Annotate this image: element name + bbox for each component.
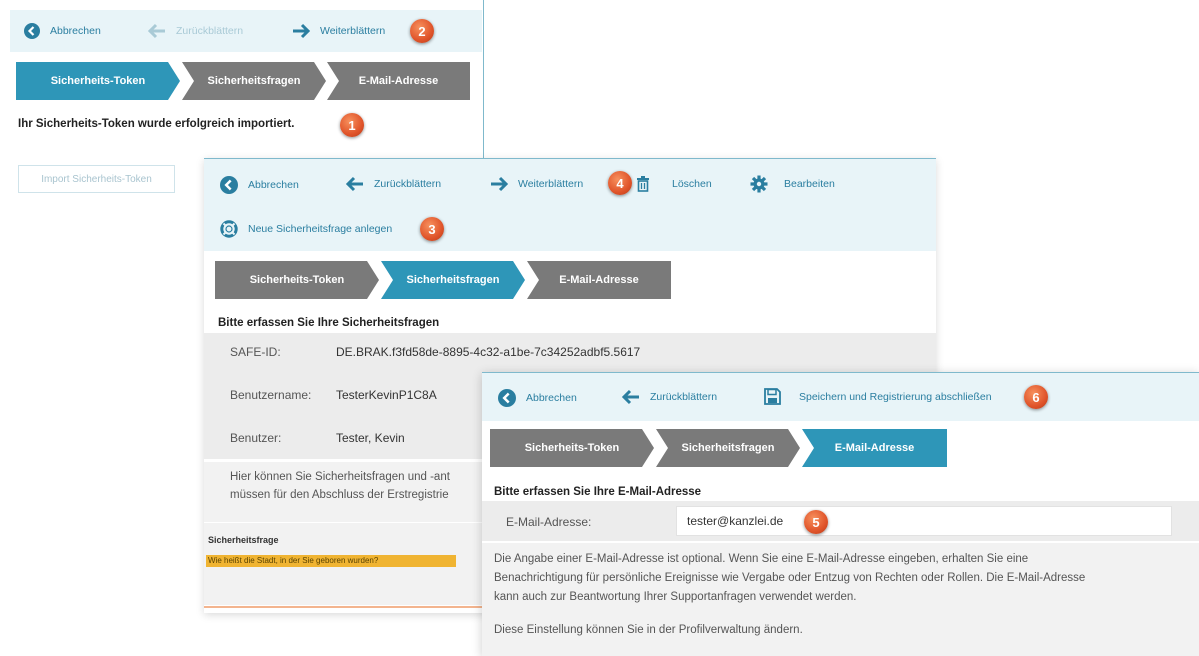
lifebuoy-icon bbox=[220, 220, 238, 238]
step-security-token: Sicherheits-Token bbox=[16, 62, 180, 100]
back-button[interactable]: Zurückblättern bbox=[148, 23, 243, 39]
question-value: Wie heißt die Stadt, in der Sie geboren … bbox=[208, 556, 379, 565]
save-register-label: Speichern und Registrierung abschließen bbox=[799, 390, 992, 403]
arrow-left-icon bbox=[622, 389, 640, 405]
callout-badge: 2 bbox=[410, 19, 434, 43]
safe-id-value: DE.BRAK.f3fd58de-8895-4c32-a1be-7c34252a… bbox=[336, 345, 641, 359]
cancel-button[interactable]: Abbrechen bbox=[24, 23, 101, 39]
step-email: E-Mail-Adresse bbox=[802, 429, 947, 467]
callout-badge: 3 bbox=[420, 217, 444, 241]
save-register-button[interactable]: Speichern und Registrierung abschließen bbox=[764, 388, 992, 405]
cancel-label: Abbrechen bbox=[526, 392, 577, 404]
back-label: Zurückblättern bbox=[374, 178, 442, 190]
section-heading: Bitte erfassen Sie Ihre E-Mail-Adresse bbox=[494, 486, 702, 498]
step-security-questions: Sicherheitsfragen bbox=[656, 429, 800, 467]
toolbar: Abbrechen Zurückblättern Weiterblättern … bbox=[204, 159, 936, 251]
panel-token-step: Abbrechen Zurückblättern Weiterblättern … bbox=[0, 0, 484, 170]
cancel-button[interactable]: Abbrechen bbox=[498, 389, 577, 407]
step-email: E-Mail-Adresse bbox=[527, 261, 671, 299]
toolbar: Abbrechen Zurückblättern Weiterblättern … bbox=[10, 10, 482, 52]
step-email: E-Mail-Adresse bbox=[327, 62, 470, 100]
trash-icon bbox=[636, 175, 650, 192]
back-button[interactable]: Zurückblättern bbox=[346, 176, 441, 192]
step-security-questions: Sicherheitsfragen bbox=[381, 261, 525, 299]
callout-badge: 4 bbox=[608, 171, 632, 195]
callout-badge: 5 bbox=[804, 510, 828, 534]
username-label: Benutzername: bbox=[230, 388, 312, 402]
back-circle-icon bbox=[220, 176, 238, 194]
edit-label: Bearbeiten bbox=[784, 178, 835, 190]
cancel-label: Abbrechen bbox=[248, 179, 299, 191]
arrow-left-icon bbox=[346, 176, 364, 192]
back-circle-icon bbox=[498, 389, 516, 407]
new-question-button[interactable]: Neue Sicherheitsfrage anlegen bbox=[220, 220, 392, 238]
back-button[interactable]: Zurückblättern bbox=[622, 389, 717, 405]
cancel-label: Abbrechen bbox=[50, 25, 101, 37]
forward-button[interactable]: Weiterblättern bbox=[490, 176, 583, 192]
gear-icon bbox=[750, 175, 768, 193]
back-circle-icon bbox=[24, 23, 40, 39]
info-text-line: Die Angabe einer E-Mail-Adresse ist opti… bbox=[494, 553, 1029, 565]
delete-button[interactable]: Löschen bbox=[636, 175, 712, 192]
section-heading: Bitte erfassen Sie Ihre Sicherheitsfrage… bbox=[218, 317, 440, 329]
callout-badge: 6 bbox=[1024, 385, 1048, 409]
back-label: Zurückblättern bbox=[176, 25, 244, 37]
floppy-disk-icon bbox=[764, 388, 781, 405]
info-text-line: müssen für den Abschluss der Erstregistr… bbox=[230, 489, 449, 501]
arrow-left-icon bbox=[148, 23, 166, 39]
email-label: E-Mail-Adresse: bbox=[506, 515, 592, 529]
step-security-questions: Sicherheitsfragen bbox=[182, 62, 326, 100]
forward-button[interactable]: Weiterblättern bbox=[292, 23, 385, 39]
edit-button[interactable]: Bearbeiten bbox=[750, 175, 835, 193]
user-value: Tester, Kevin bbox=[336, 431, 405, 445]
info-text-line: Diese Einstellung können Sie in der Prof… bbox=[494, 624, 803, 636]
forward-label: Weiterblättern bbox=[518, 178, 584, 190]
user-label: Benutzer: bbox=[230, 431, 282, 445]
info-text-line: kann auch zur Beantwortung Ihrer Support… bbox=[494, 591, 857, 603]
success-message: Ihr Sicherheits-Token wurde erfolgreich … bbox=[18, 118, 295, 130]
username-value: TesterKevinP1C8A bbox=[336, 388, 437, 402]
new-question-label: Neue Sicherheitsfrage anlegen bbox=[248, 223, 393, 235]
email-field[interactable]: tester@kanzlei.de bbox=[676, 506, 1172, 536]
arrow-right-icon bbox=[292, 23, 310, 39]
toolbar: Abbrechen Zurückblättern Speichern und R… bbox=[482, 373, 1199, 421]
arrow-right-icon bbox=[490, 176, 508, 192]
callout-badge: 1 bbox=[340, 113, 364, 137]
panel-email-step: Abbrechen Zurückblättern Speichern und R… bbox=[482, 372, 1199, 656]
step-security-token: Sicherheits-Token bbox=[490, 429, 654, 467]
info-text-line: Benachrichtigung für persönliche Ereigni… bbox=[494, 572, 1086, 584]
import-token-button[interactable]: Import Sicherheits-Token bbox=[18, 165, 175, 193]
back-label: Zurückblättern bbox=[650, 391, 718, 403]
cancel-button[interactable]: Abbrechen bbox=[220, 176, 299, 194]
info-block: Die Angabe einer E-Mail-Adresse ist opti… bbox=[482, 543, 1199, 656]
forward-label: Weiterblättern bbox=[320, 25, 386, 37]
question-label: Sicherheitsfrage bbox=[208, 535, 279, 545]
safe-id-label: SAFE-ID: bbox=[230, 345, 281, 359]
step-security-token: Sicherheits-Token bbox=[215, 261, 379, 299]
info-text-line: Hier können Sie Sicherheitsfragen und -a… bbox=[230, 471, 450, 483]
delete-label: Löschen bbox=[672, 177, 712, 190]
email-row: E-Mail-Adresse: tester@kanzlei.de 5 bbox=[482, 501, 1199, 541]
